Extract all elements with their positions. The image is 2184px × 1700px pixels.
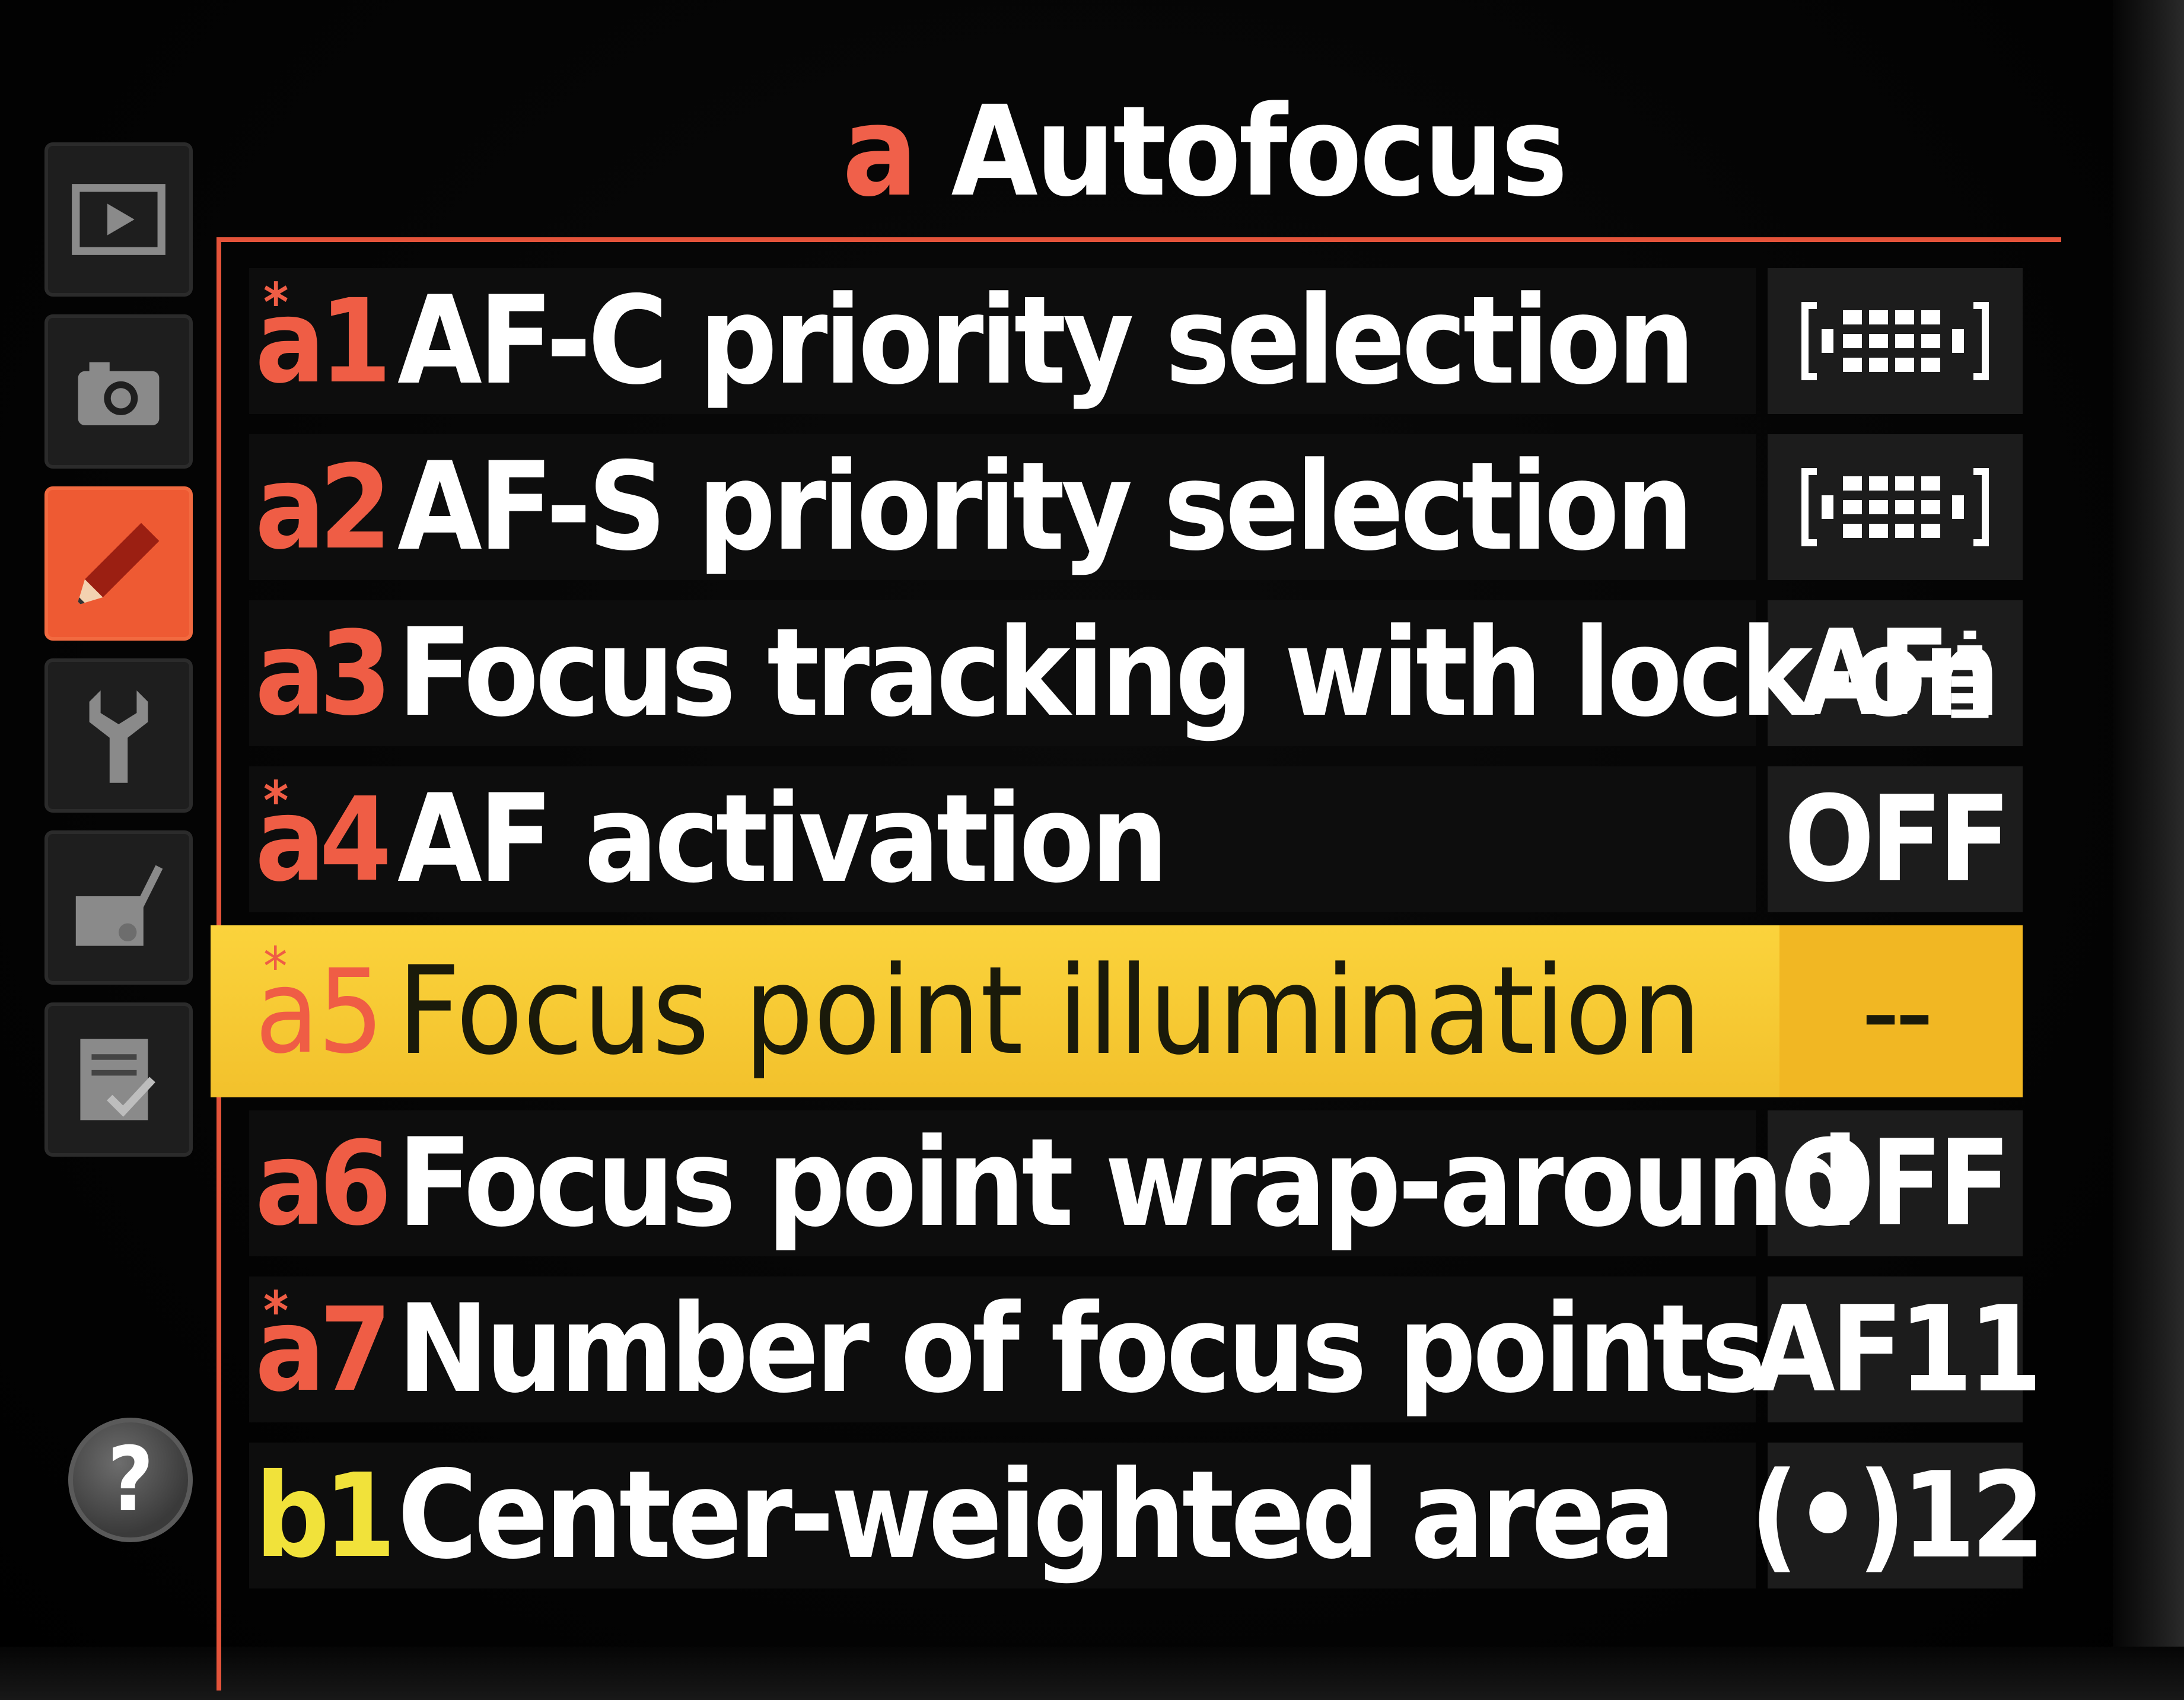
item-value: OFF (1784, 1114, 2011, 1253)
setup-tab[interactable] (44, 658, 193, 813)
item-code: * a5 (255, 936, 384, 1079)
menu-item-a2[interactable]: a2 AF-S priority selection (237, 427, 2023, 587)
item-label: Focus point wrap-around (397, 1113, 1859, 1254)
menu-item-b1[interactable]: b1 Center-weighted area (•)12 (237, 1435, 2045, 1596)
playback-tab[interactable] (44, 142, 193, 297)
modified-marker: * (263, 770, 289, 832)
item-code: a2 (255, 440, 391, 575)
item-code: b1 (255, 1448, 396, 1583)
custom-settings-tab[interactable] (44, 486, 193, 641)
my-menu-tab[interactable] (44, 1002, 193, 1157)
item-code: * a7 (255, 1280, 391, 1417)
item-code: * a4 (255, 770, 391, 907)
menu-title: a Autofocus (842, 77, 1568, 225)
item-label: Center-weighted area (397, 1445, 1676, 1586)
modified-marker: * (263, 936, 288, 998)
retouch-tab[interactable] (44, 830, 193, 985)
camera-icon (78, 362, 160, 425)
item-code: * a1 (255, 272, 391, 409)
menu-item-a3[interactable]: a3 Focus tracking with lock-on AF (237, 593, 2023, 753)
menu-group-letter: a (842, 78, 918, 224)
menu-item-a1[interactable]: * a1 AF-C priority selection (237, 261, 2023, 421)
release-priority-icon (1801, 302, 1989, 380)
item-value: -- (1861, 942, 1934, 1081)
item-label: Focus point illumination (397, 941, 1702, 1082)
item-label: AF activation (397, 769, 1169, 910)
item-value: OFF (1784, 770, 2011, 909)
retouch-icon (75, 865, 163, 946)
item-code: a6 (255, 1116, 391, 1251)
menu-item-a4[interactable]: * a4 AF activation OFF (237, 759, 2023, 919)
help-button[interactable]: ? (68, 1418, 193, 1542)
help-icon: ? (107, 1428, 154, 1532)
item-label: Focus tracking with lock-on (397, 603, 2001, 744)
camera-bezel (2113, 0, 2184, 1700)
wrench-icon (89, 690, 148, 783)
item-value: AF11 (1752, 1280, 2043, 1419)
modified-marker: * (263, 1280, 289, 1342)
item-value: (•)12 (1750, 1446, 2045, 1585)
item-code: a3 (255, 606, 391, 741)
item-value (1768, 261, 2023, 421)
menu-item-a7[interactable]: * a7 Number of focus points AF11 (237, 1269, 2043, 1430)
item-value (1768, 427, 2023, 587)
modified-marker: * (263, 272, 289, 334)
item-value: AF (1768, 593, 2023, 753)
release-priority-icon (1801, 468, 1989, 546)
shooting-tab[interactable] (44, 314, 193, 469)
my-menu-icon (80, 1039, 155, 1120)
lock-on-level-icon (1951, 631, 1989, 718)
item-label: AF-C priority selection (397, 270, 1695, 412)
pencil-icon (78, 523, 160, 604)
menu-item-a6[interactable]: a6 Focus point wrap-around OFF (237, 1103, 2023, 1263)
playback-icon (72, 184, 165, 255)
menu-item-a5[interactable]: * a5 Focus point illumination -- (211, 925, 2023, 1097)
item-label: Number of focus points (397, 1279, 1766, 1420)
menu-title-text: Autofocus (951, 78, 1568, 224)
item-label: AF-S priority selection (397, 437, 1694, 578)
